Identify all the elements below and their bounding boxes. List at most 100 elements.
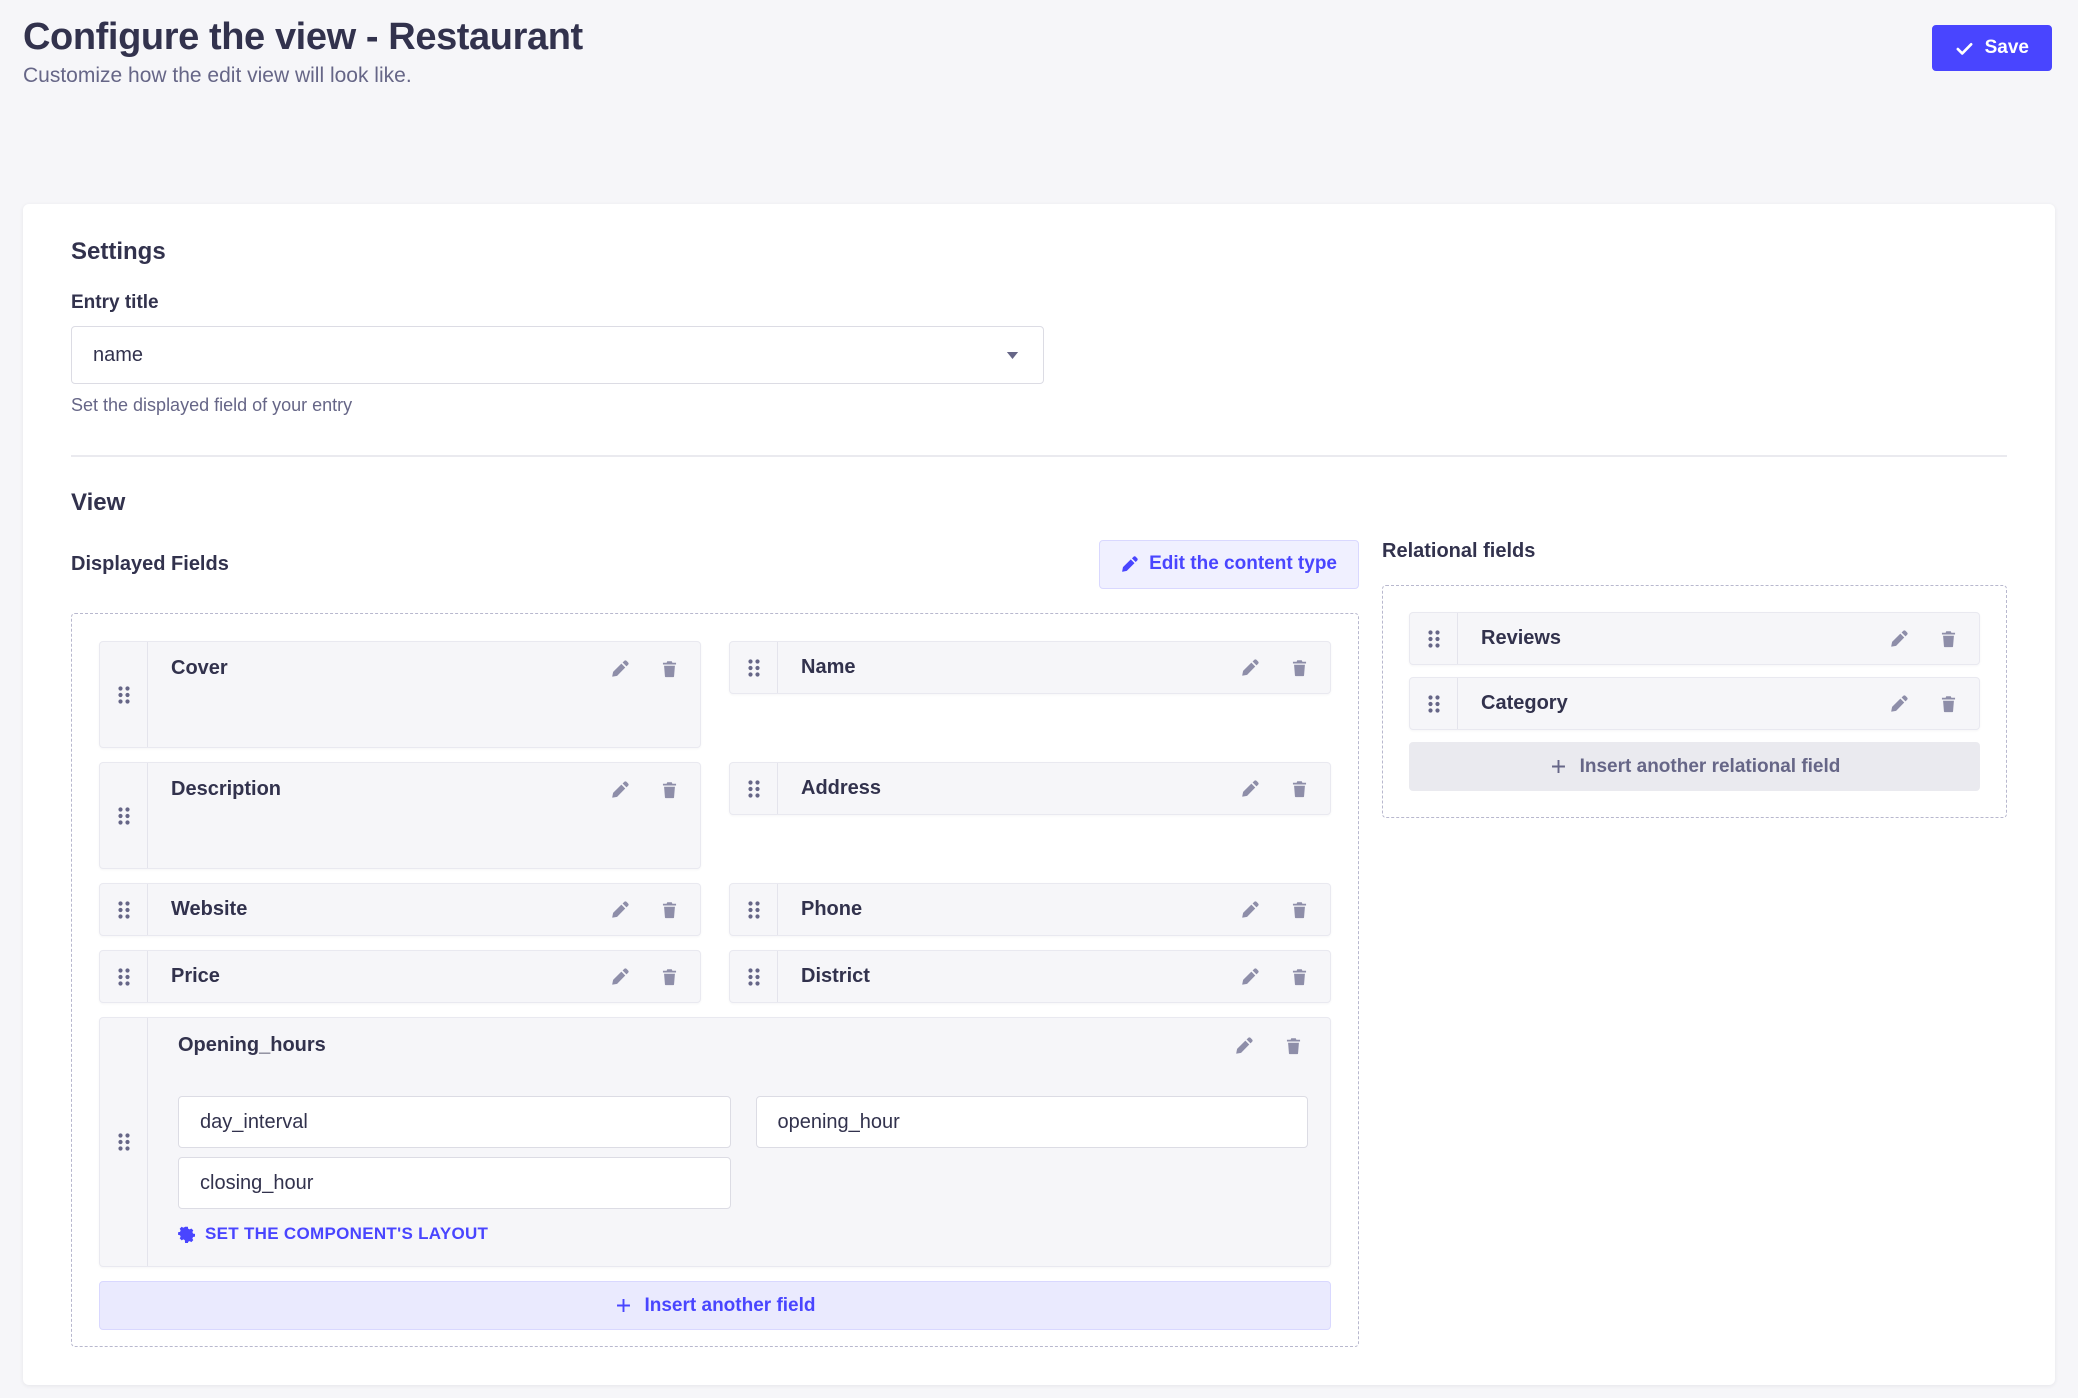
page-header-text: Configure the view - Restaurant Customiz… (23, 14, 583, 88)
drag-handle[interactable] (1410, 613, 1458, 664)
field-label: Phone (801, 897, 1235, 922)
pencil-icon (1241, 779, 1260, 798)
field-card-district[interactable]: District (729, 950, 1331, 1003)
edit-field-button[interactable] (1884, 691, 1914, 716)
displayed-fields-label: Displayed Fields (71, 553, 229, 576)
edit-field-button[interactable] (1235, 655, 1265, 680)
edit-field-button[interactable] (605, 897, 635, 922)
drag-handle-icon (1427, 629, 1441, 649)
edit-field-button[interactable] (1235, 776, 1265, 801)
delete-field-button[interactable] (654, 656, 684, 681)
field-label: Name (801, 655, 1235, 680)
insert-another-field-label: Insert another field (644, 1295, 815, 1317)
gear-icon (178, 1226, 195, 1243)
entry-title-label: Entry title (71, 292, 2007, 314)
drag-handle-icon (747, 658, 761, 678)
trash-icon (1939, 694, 1958, 714)
delete-field-button[interactable] (654, 777, 684, 802)
relational-fields-column: Relational fields Reviews (1382, 539, 2007, 818)
trash-icon (1284, 1036, 1303, 1056)
trash-icon (1290, 779, 1309, 799)
delete-component-button[interactable] (1278, 1033, 1308, 1058)
pencil-icon (1241, 967, 1260, 986)
save-button[interactable]: Save (1932, 25, 2052, 71)
delete-field-button[interactable] (1284, 897, 1314, 922)
delete-field-button[interactable] (1284, 776, 1314, 801)
pencil-icon (611, 967, 630, 986)
drag-handle[interactable] (100, 884, 148, 935)
plus-icon (1549, 757, 1568, 776)
drag-handle-icon (117, 967, 131, 987)
drag-handle-icon (117, 685, 131, 705)
delete-field-button[interactable] (1933, 626, 1963, 651)
displayed-fields-column: Displayed Fields Edit the content type (71, 539, 1359, 1347)
pencil-icon (1241, 900, 1260, 919)
drag-handle[interactable] (100, 642, 148, 747)
edit-field-button[interactable] (605, 964, 635, 989)
fields-row: Price District (99, 950, 1331, 1003)
plus-icon (614, 1296, 633, 1315)
delete-field-button[interactable] (1284, 964, 1314, 989)
set-component-layout-label: SET THE COMPONENT'S LAYOUT (205, 1224, 488, 1244)
subfield-closing-hour[interactable]: closing_hour (178, 1157, 731, 1209)
page-subtitle: Customize how the edit view will look li… (23, 64, 583, 88)
pencil-icon (611, 780, 630, 799)
edit-content-type-button[interactable]: Edit the content type (1099, 540, 1359, 589)
drag-handle[interactable] (730, 884, 778, 935)
drag-handle[interactable] (100, 1018, 148, 1266)
insert-another-field-button[interactable]: Insert another field (99, 1281, 1331, 1330)
insert-another-relational-field-label: Insert another relational field (1580, 756, 1841, 778)
drag-handle[interactable] (730, 642, 778, 693)
drag-handle[interactable] (1410, 678, 1458, 729)
relational-field-label: Category (1481, 691, 1884, 716)
edit-field-button[interactable] (1884, 626, 1914, 651)
drag-handle[interactable] (730, 763, 778, 814)
relational-fields-title: Relational fields (1382, 540, 2007, 563)
edit-component-button[interactable] (1229, 1033, 1259, 1058)
fields-row: Cover Name (99, 641, 1331, 748)
set-component-layout-link[interactable]: SET THE COMPONENT'S LAYOUT (178, 1224, 488, 1244)
drag-handle[interactable] (100, 951, 148, 1002)
fields-row: Opening_hours day_interval opening_hour … (99, 1017, 1331, 1267)
fields-row: Website Phone (99, 883, 1331, 936)
chevron-down-icon (1006, 351, 1019, 360)
field-label: Address (801, 776, 1235, 801)
field-card-cover[interactable]: Cover (99, 641, 701, 748)
relational-card-reviews[interactable]: Reviews (1409, 612, 1980, 665)
drag-handle[interactable] (730, 951, 778, 1002)
field-label: Price (171, 964, 605, 989)
field-label: Website (171, 897, 605, 922)
pencil-icon (611, 900, 630, 919)
trash-icon (660, 659, 679, 679)
field-label: Description (171, 777, 605, 802)
trash-icon (1290, 967, 1309, 987)
trash-icon (660, 780, 679, 800)
field-card-website[interactable]: Website (99, 883, 701, 936)
field-card-description[interactable]: Description (99, 762, 701, 869)
field-card-price[interactable]: Price (99, 950, 701, 1003)
displayed-fields-dropzone: Cover Name (71, 613, 1359, 1347)
entry-title-help-text: Set the displayed field of your entry (71, 395, 2007, 416)
delete-field-button[interactable] (654, 897, 684, 922)
field-card-address[interactable]: Address (729, 762, 1331, 815)
edit-field-button[interactable] (605, 777, 635, 802)
field-card-phone[interactable]: Phone (729, 883, 1331, 936)
trash-icon (1290, 658, 1309, 678)
delete-field-button[interactable] (654, 964, 684, 989)
subfield-day-interval[interactable]: day_interval (178, 1096, 731, 1148)
delete-field-button[interactable] (1284, 655, 1314, 680)
edit-field-button[interactable] (605, 656, 635, 681)
delete-field-button[interactable] (1933, 691, 1963, 716)
field-card-name[interactable]: Name (729, 641, 1331, 694)
drag-handle-icon (747, 900, 761, 920)
edit-field-button[interactable] (1235, 964, 1265, 989)
component-card-opening-hours[interactable]: Opening_hours day_interval opening_hour … (99, 1017, 1331, 1267)
relational-card-category[interactable]: Category (1409, 677, 1980, 730)
subfield-opening-hour[interactable]: opening_hour (756, 1096, 1309, 1148)
drag-handle[interactable] (100, 763, 148, 868)
drag-handle-icon (1427, 694, 1441, 714)
settings-section-title: Settings (71, 238, 2007, 266)
edit-field-button[interactable] (1235, 897, 1265, 922)
entry-title-select[interactable]: name (71, 326, 1044, 384)
insert-another-relational-field-button[interactable]: Insert another relational field (1409, 742, 1980, 791)
